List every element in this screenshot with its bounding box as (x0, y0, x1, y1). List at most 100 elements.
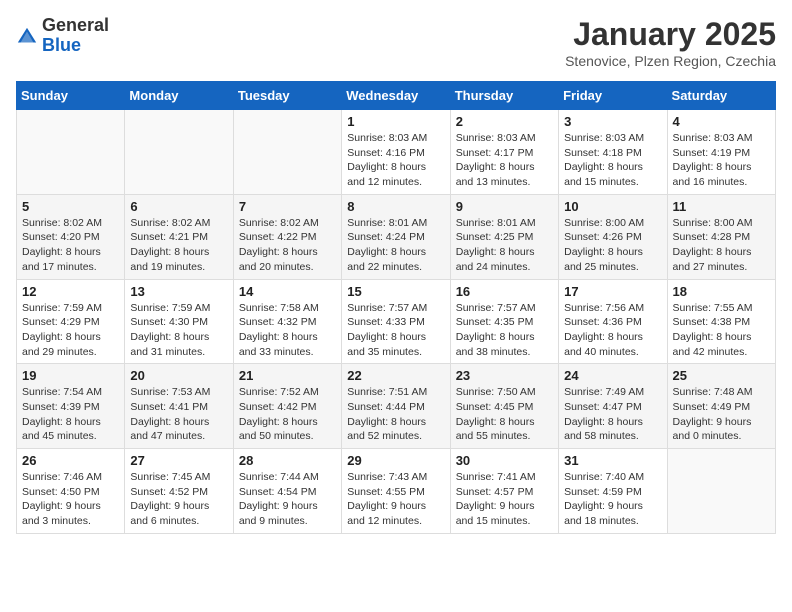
calendar-day-cell (125, 110, 233, 195)
calendar-day-cell: 7Sunrise: 8:02 AM Sunset: 4:22 PM Daylig… (233, 194, 341, 279)
day-number: 10 (564, 199, 661, 214)
calendar-day-cell: 12Sunrise: 7:59 AM Sunset: 4:29 PM Dayli… (17, 279, 125, 364)
day-number: 1 (347, 114, 444, 129)
calendar-day-cell: 24 Sunrise: 7:49 AM Sunset: 4:47 PM Dayli… (559, 364, 667, 449)
day-number: 2 (456, 114, 553, 129)
calendar-day-cell: 9 Sunrise: 8:01 AM Sunset: 4:25 PM Daylig… (450, 194, 558, 279)
day-number: 14 (239, 284, 336, 299)
calendar-day-cell (17, 110, 125, 195)
calendar-day-cell: 25 Sunrise: 7:48 AM Sunset: 4:49 PM Dayli… (667, 364, 775, 449)
day-number: 22 (347, 368, 444, 383)
day-of-week-header: Friday (559, 82, 667, 110)
day-number: 13 (130, 284, 227, 299)
logo: General Blue (16, 16, 109, 56)
day-info: Sunrise: 8:03 AM Sunset: 4:18 PM Dayligh… (564, 131, 661, 190)
day-info: Sunrise: 7:45 AM Sunset: 4:52 PM Dayligh… (130, 470, 227, 529)
day-info: Sunrise: 8:01 AM Sunset: 4:24 PM Dayligh… (347, 216, 444, 275)
day-number: 6 (130, 199, 227, 214)
day-number: 9 (456, 199, 553, 214)
day-info: Sunrise: 7:49 AM Sunset: 4:47 PM Dayligh… (564, 385, 661, 444)
calendar-day-cell: 28 Sunrise: 7:44 AM Sunset: 4:54 PM Dayli… (233, 449, 341, 534)
calendar-day-cell: 26Sunrise: 7:46 AM Sunset: 4:50 PM Dayli… (17, 449, 125, 534)
day-info: Sunrise: 7:58 AM Sunset: 4:32 PM Dayligh… (239, 301, 336, 360)
title-area: January 2025 Stenovice, Plzen Region, Cz… (565, 16, 776, 69)
calendar-day-cell: 23 Sunrise: 7:50 AM Sunset: 4:45 PM Dayli… (450, 364, 558, 449)
day-of-week-header: Monday (125, 82, 233, 110)
calendar-day-cell: 4 Sunrise: 8:03 AM Sunset: 4:19 PM Daylig… (667, 110, 775, 195)
calendar-week-row: 26Sunrise: 7:46 AM Sunset: 4:50 PM Dayli… (17, 449, 776, 534)
day-info: Sunrise: 7:59 AM Sunset: 4:30 PM Dayligh… (130, 301, 227, 360)
day-info: Sunrise: 8:02 AM Sunset: 4:20 PM Dayligh… (22, 216, 119, 275)
calendar-day-cell (667, 449, 775, 534)
day-number: 3 (564, 114, 661, 129)
day-info: Sunrise: 8:00 AM Sunset: 4:26 PM Dayligh… (564, 216, 661, 275)
calendar-day-cell: 8 Sunrise: 8:01 AM Sunset: 4:24 PM Daylig… (342, 194, 450, 279)
calendar-day-cell: 30 Sunrise: 7:41 AM Sunset: 4:57 PM Dayli… (450, 449, 558, 534)
day-info: Sunrise: 7:44 AM Sunset: 4:54 PM Dayligh… (239, 470, 336, 529)
day-of-week-header: Thursday (450, 82, 558, 110)
calendar-day-cell: 14 Sunrise: 7:58 AM Sunset: 4:32 PM Dayli… (233, 279, 341, 364)
calendar-day-cell: 31 Sunrise: 7:40 AM Sunset: 4:59 PM Dayli… (559, 449, 667, 534)
day-info: Sunrise: 7:40 AM Sunset: 4:59 PM Dayligh… (564, 470, 661, 529)
day-number: 25 (673, 368, 770, 383)
day-info: Sunrise: 8:00 AM Sunset: 4:28 PM Dayligh… (673, 216, 770, 275)
calendar-day-cell (233, 110, 341, 195)
day-info: Sunrise: 8:03 AM Sunset: 4:17 PM Dayligh… (456, 131, 553, 190)
calendar-day-cell: 10 Sunrise: 8:00 AM Sunset: 4:26 PM Dayli… (559, 194, 667, 279)
day-number: 29 (347, 453, 444, 468)
calendar-week-row: 19Sunrise: 7:54 AM Sunset: 4:39 PM Dayli… (17, 364, 776, 449)
day-number: 11 (673, 199, 770, 214)
logo-icon (16, 26, 38, 48)
day-info: Sunrise: 7:48 AM Sunset: 4:49 PM Dayligh… (673, 385, 770, 444)
day-info: Sunrise: 7:43 AM Sunset: 4:55 PM Dayligh… (347, 470, 444, 529)
day-info: Sunrise: 8:01 AM Sunset: 4:25 PM Dayligh… (456, 216, 553, 275)
calendar-day-cell: 20Sunrise: 7:53 AM Sunset: 4:41 PM Dayli… (125, 364, 233, 449)
day-number: 27 (130, 453, 227, 468)
day-info: Sunrise: 7:57 AM Sunset: 4:33 PM Dayligh… (347, 301, 444, 360)
day-number: 20 (130, 368, 227, 383)
day-info: Sunrise: 7:57 AM Sunset: 4:35 PM Dayligh… (456, 301, 553, 360)
calendar-day-cell: 16 Sunrise: 7:57 AM Sunset: 4:35 PM Dayli… (450, 279, 558, 364)
day-number: 28 (239, 453, 336, 468)
day-number: 5 (22, 199, 119, 214)
calendar-day-cell: 11 Sunrise: 8:00 AM Sunset: 4:28 PM Dayli… (667, 194, 775, 279)
calendar-day-cell: 19Sunrise: 7:54 AM Sunset: 4:39 PM Dayli… (17, 364, 125, 449)
calendar-week-row: 12Sunrise: 7:59 AM Sunset: 4:29 PM Dayli… (17, 279, 776, 364)
day-info: Sunrise: 7:52 AM Sunset: 4:42 PM Dayligh… (239, 385, 336, 444)
day-of-week-header: Sunday (17, 82, 125, 110)
day-number: 16 (456, 284, 553, 299)
day-number: 18 (673, 284, 770, 299)
calendar-day-cell: 2 Sunrise: 8:03 AM Sunset: 4:17 PM Daylig… (450, 110, 558, 195)
day-number: 23 (456, 368, 553, 383)
calendar-day-cell: 29 Sunrise: 7:43 AM Sunset: 4:55 PM Dayli… (342, 449, 450, 534)
day-number: 26 (22, 453, 119, 468)
day-info: Sunrise: 7:50 AM Sunset: 4:45 PM Dayligh… (456, 385, 553, 444)
day-info: Sunrise: 7:56 AM Sunset: 4:36 PM Dayligh… (564, 301, 661, 360)
day-number: 8 (347, 199, 444, 214)
subtitle: Stenovice, Plzen Region, Czechia (565, 53, 776, 69)
calendar: SundayMondayTuesdayWednesdayThursdayFrid… (16, 81, 776, 534)
logo-general-text: General (42, 16, 109, 36)
calendar-week-row: 1Sunrise: 8:03 AM Sunset: 4:16 PM Daylig… (17, 110, 776, 195)
logo-blue-text: Blue (42, 36, 109, 56)
calendar-day-cell: 13 Sunrise: 7:59 AM Sunset: 4:30 PM Dayli… (125, 279, 233, 364)
day-number: 4 (673, 114, 770, 129)
calendar-day-cell: 1Sunrise: 8:03 AM Sunset: 4:16 PM Daylig… (342, 110, 450, 195)
calendar-day-cell: 21 Sunrise: 7:52 AM Sunset: 4:42 PM Dayli… (233, 364, 341, 449)
calendar-header-row: SundayMondayTuesdayWednesdayThursdayFrid… (17, 82, 776, 110)
day-number: 17 (564, 284, 661, 299)
day-info: Sunrise: 8:03 AM Sunset: 4:19 PM Dayligh… (673, 131, 770, 190)
calendar-day-cell: 22 Sunrise: 7:51 AM Sunset: 4:44 PM Dayli… (342, 364, 450, 449)
day-number: 15 (347, 284, 444, 299)
day-number: 19 (22, 368, 119, 383)
day-number: 21 (239, 368, 336, 383)
day-info: Sunrise: 7:55 AM Sunset: 4:38 PM Dayligh… (673, 301, 770, 360)
day-of-week-header: Tuesday (233, 82, 341, 110)
header: General Blue January 2025 Stenovice, Plz… (16, 16, 776, 69)
day-number: 24 (564, 368, 661, 383)
day-info: Sunrise: 7:51 AM Sunset: 4:44 PM Dayligh… (347, 385, 444, 444)
day-info: Sunrise: 7:41 AM Sunset: 4:57 PM Dayligh… (456, 470, 553, 529)
day-number: 30 (456, 453, 553, 468)
day-number: 7 (239, 199, 336, 214)
day-number: 31 (564, 453, 661, 468)
